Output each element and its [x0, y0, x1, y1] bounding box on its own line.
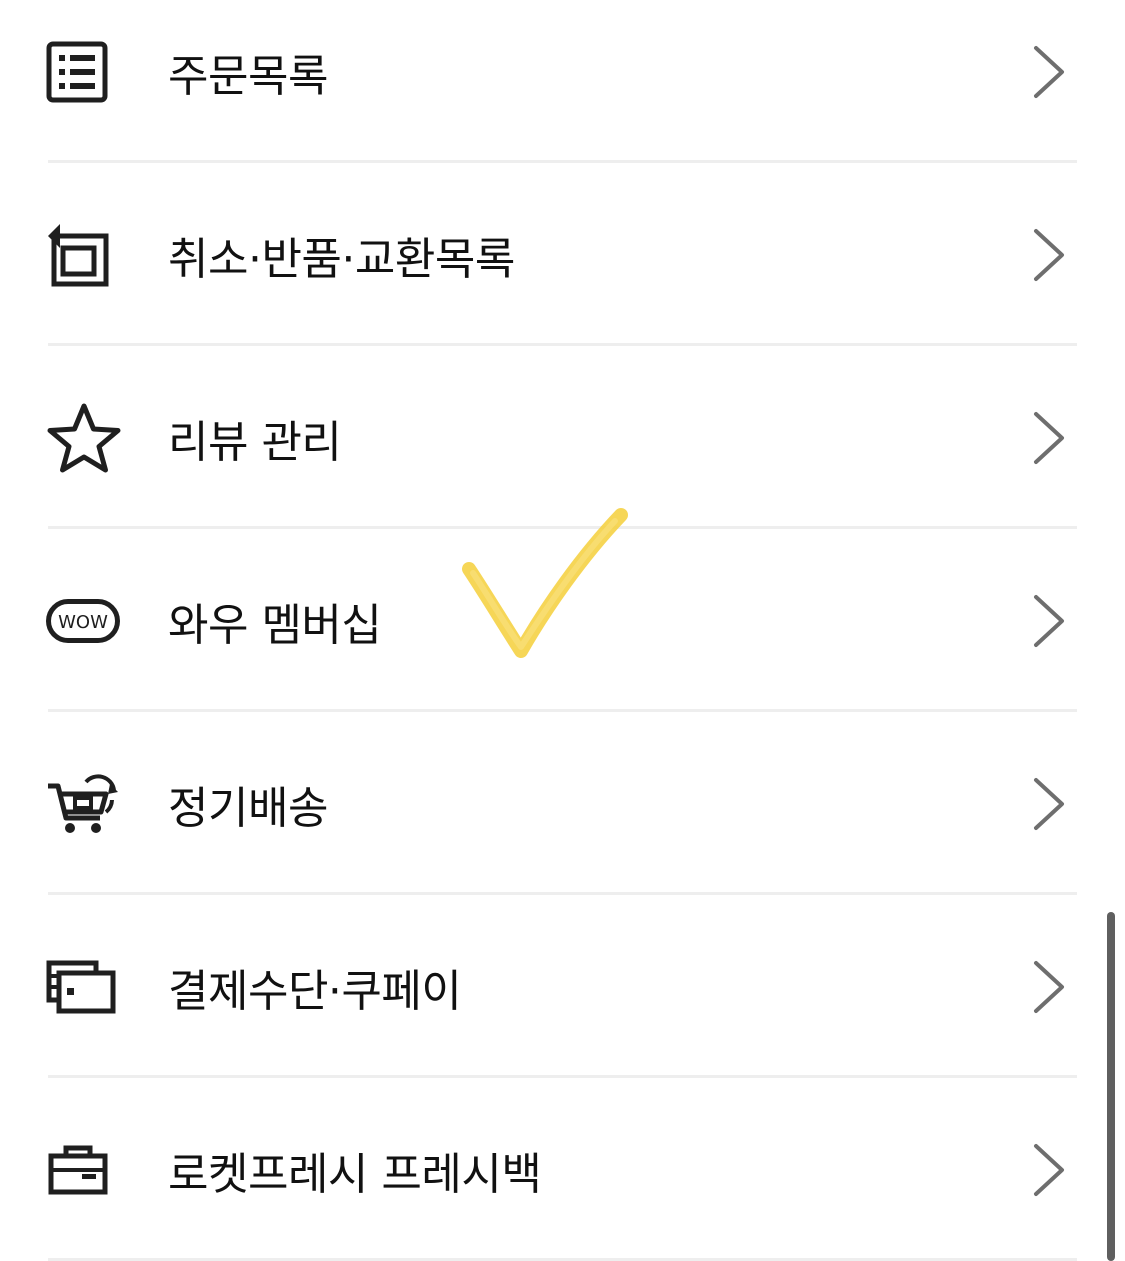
menu-item-order-list[interactable]: 주문목록 — [0, 0, 1125, 163]
menu-item-rocket-fresh-bag[interactable]: 로켓프레시 프레시백 — [0, 1078, 1125, 1261]
chevron-right-icon — [1034, 777, 1064, 830]
star-icon — [46, 400, 122, 476]
menu-item-subscription-delivery[interactable]: 정기배송 — [0, 712, 1125, 895]
order-list-icon — [46, 34, 122, 110]
menu-item-label: 결제수단·쿠페이 — [168, 965, 462, 1017]
return-box-icon — [46, 217, 122, 293]
payment-card-icon — [46, 949, 122, 1025]
wow-badge-icon: WOW — [46, 583, 122, 659]
chevron-right-icon — [1034, 960, 1064, 1013]
menu-item-wow-membership[interactable]: WOW 와우 멤버십 — [0, 529, 1125, 712]
wow-badge-text: WOW — [58, 612, 108, 633]
chevron-right-icon — [1034, 228, 1064, 281]
menu-item-label: 와우 멤버십 — [168, 599, 382, 651]
menu-item-label: 주문목록 — [168, 50, 328, 102]
my-page-menu: 주문목록 취소·반품·교환목록 리뷰 관리 WOW 와우 멤버십 정기배송 결제… — [0, 0, 1125, 1261]
menu-item-payment-methods[interactable]: 결제수단·쿠페이 — [0, 895, 1125, 1078]
menu-item-label: 정기배송 — [168, 782, 328, 834]
scrollbar[interactable] — [1107, 912, 1115, 1261]
menu-item-label: 취소·반품·교환목록 — [168, 233, 515, 285]
chevron-right-icon — [1034, 594, 1064, 647]
subscription-cart-icon — [46, 766, 122, 842]
chevron-right-icon — [1034, 411, 1064, 464]
fresh-bag-icon — [46, 1132, 122, 1208]
menu-item-cancel-return-exchange[interactable]: 취소·반품·교환목록 — [0, 163, 1125, 346]
menu-item-label: 로켓프레시 프레시백 — [168, 1148, 542, 1200]
chevron-right-icon — [1034, 1143, 1064, 1196]
chevron-right-icon — [1034, 45, 1064, 98]
menu-item-review-management[interactable]: 리뷰 관리 — [0, 346, 1125, 529]
menu-item-label: 리뷰 관리 — [168, 416, 342, 468]
